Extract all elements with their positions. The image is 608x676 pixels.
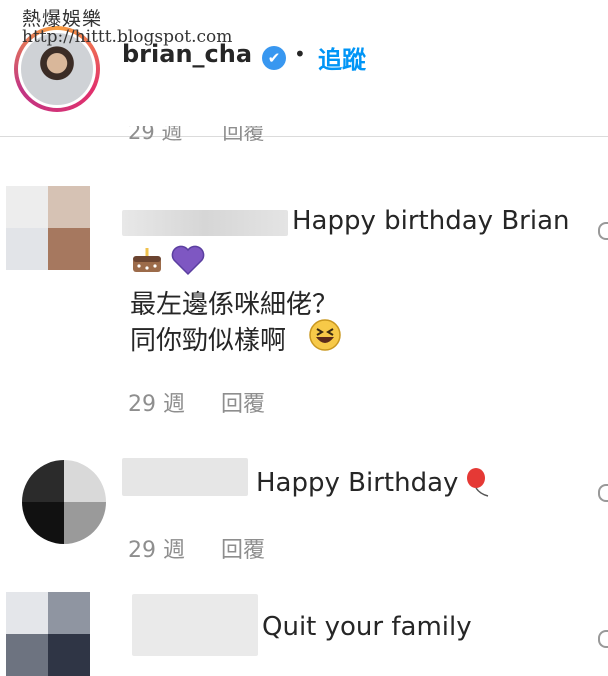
comment-text-line2: 最左邊係咪細佬？ [130, 290, 339, 320]
comment-time: 29 週 [128, 538, 185, 563]
comment-text: Happy Birthday [256, 468, 459, 498]
comment-text: Happy birthday Brian [292, 206, 570, 236]
separator: • [294, 42, 306, 66]
watermark-url: http://hittt.blogspot.com [22, 27, 233, 47]
reply-button[interactable]: 回覆 [222, 126, 264, 146]
verified-badge-icon: ✔ [262, 46, 286, 70]
comment-meta: 29 週 回覆 [128, 532, 265, 564]
follow-button[interactable]: 追蹤 [318, 40, 366, 75]
partial-comment-meta: 29 週 回覆 [128, 126, 304, 152]
blurred-username [132, 594, 258, 656]
balloon-icon [467, 468, 489, 497]
reply-button[interactable]: 回覆 [221, 392, 265, 417]
reply-button[interactable]: 回覆 [221, 538, 265, 563]
like-heart-icon[interactable] [598, 484, 608, 502]
comment-time: 29 週 [128, 392, 185, 417]
comment-text: Quit your family [262, 612, 472, 642]
like-heart-icon[interactable] [598, 630, 608, 648]
comment-meta: 29 週 回覆 [128, 386, 265, 418]
grinning-squinting-face-icon [309, 319, 341, 351]
comment-avatar[interactable] [22, 460, 106, 544]
blurred-username [122, 210, 288, 236]
like-heart-icon[interactable] [598, 222, 608, 240]
birthday-cake-icon [133, 248, 161, 272]
comment-avatar[interactable] [6, 592, 90, 676]
comment-text-line3: 同你勁似樣啊 [130, 326, 287, 356]
purple-heart-icon [171, 245, 205, 276]
comment-avatar[interactable] [6, 186, 90, 270]
blurred-username [122, 458, 248, 496]
comment-time: 29 週 [128, 126, 183, 144]
